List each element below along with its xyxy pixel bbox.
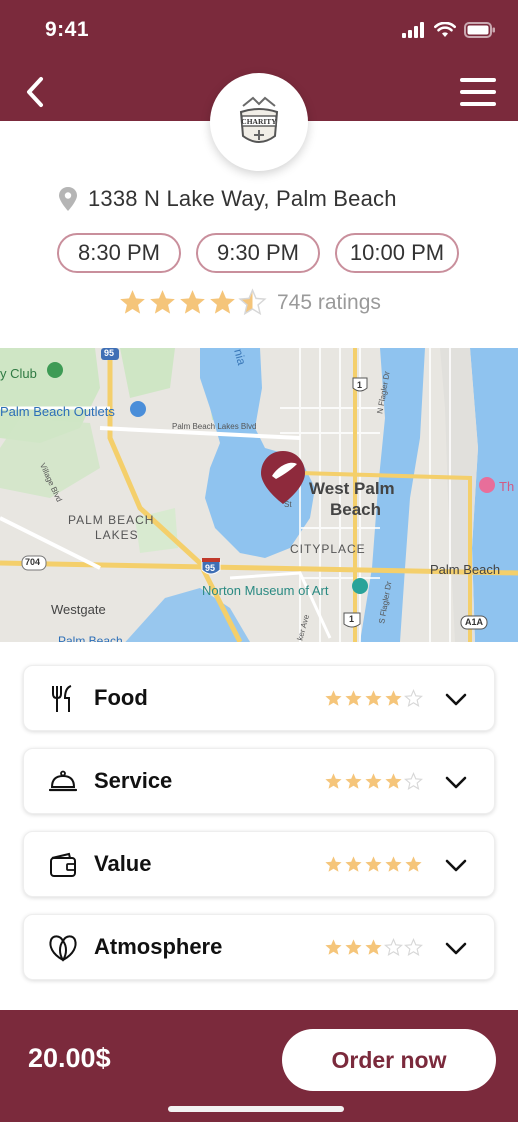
menu-button[interactable] bbox=[460, 76, 498, 108]
chevron-down-icon bbox=[445, 859, 467, 872]
home-indicator bbox=[168, 1106, 344, 1112]
star-icon bbox=[210, 290, 235, 314]
category-rating-stars bbox=[324, 771, 423, 791]
star-icon bbox=[405, 855, 422, 872]
route-label: 704 bbox=[25, 557, 41, 567]
menu-icon bbox=[460, 78, 496, 82]
star-icon bbox=[325, 855, 342, 872]
map-label: Palm Beach bbox=[430, 562, 501, 577]
route-label: 95 bbox=[104, 348, 115, 358]
star-icon bbox=[365, 689, 382, 706]
map-label: Beach bbox=[330, 500, 382, 519]
status-time: 9:41 bbox=[45, 18, 90, 41]
bottom-bar: 20.00$ Order now bbox=[0, 1010, 518, 1122]
star-icon bbox=[385, 772, 402, 789]
status-icons bbox=[402, 22, 496, 38]
star-icon bbox=[120, 290, 145, 314]
map-label: St bbox=[284, 500, 292, 509]
map-label: West Palm bbox=[309, 479, 395, 498]
star-icon bbox=[150, 290, 175, 314]
star-icon bbox=[384, 937, 403, 956]
star-icon bbox=[345, 938, 362, 955]
category-rating-stars bbox=[324, 937, 423, 957]
route-label: 1 bbox=[349, 614, 355, 624]
logo-text: CHARITY bbox=[241, 117, 277, 126]
rating-card-value[interactable]: Value bbox=[23, 831, 495, 897]
star-icon bbox=[404, 771, 423, 790]
map-label: LAKES bbox=[95, 528, 139, 542]
map-label: Norton Museum of Art bbox=[202, 583, 329, 598]
wifi-icon bbox=[434, 22, 456, 37]
star-icon bbox=[325, 772, 342, 789]
price-label: 20.00$ bbox=[28, 1043, 111, 1073]
star-icon bbox=[365, 938, 382, 955]
menu-icon-line bbox=[460, 102, 496, 106]
star-icon bbox=[180, 290, 205, 314]
map-label: Palm Beach bbox=[58, 634, 123, 642]
star-icon bbox=[238, 288, 267, 316]
category-label: Value bbox=[94, 851, 152, 876]
time-slot-button[interactable]: 8:30 PM bbox=[57, 233, 181, 273]
heart-leaves-icon bbox=[48, 933, 78, 963]
map-label: y Club bbox=[0, 366, 37, 381]
map-label: PALM BEACH bbox=[68, 513, 155, 527]
route-label: 95 bbox=[205, 563, 216, 573]
map-label: Westgate bbox=[51, 602, 106, 617]
route-label: 1 bbox=[357, 380, 363, 390]
map-label: CITYPLACE bbox=[290, 542, 366, 556]
star-icon bbox=[404, 937, 423, 956]
time-slot-button[interactable]: 9:30 PM bbox=[196, 233, 320, 273]
chevron-down-icon bbox=[445, 942, 467, 955]
battery-icon bbox=[464, 22, 495, 38]
chevron-left-icon bbox=[27, 77, 43, 107]
map-label: Palm Beach Lakes Blvd bbox=[172, 422, 257, 431]
location-map[interactable]: y Club Palm Beach Outlets Palm Beach Lak… bbox=[0, 348, 518, 642]
star-icon bbox=[325, 938, 342, 955]
rating-card-food[interactable]: Food bbox=[23, 665, 495, 731]
cloche-icon bbox=[48, 767, 78, 797]
chevron-down-icon bbox=[445, 693, 467, 706]
map-label: Th bbox=[499, 479, 515, 494]
category-label: Service bbox=[94, 768, 173, 793]
time-slots: 8:30 PM 9:30 PM 10:00 PM bbox=[57, 233, 459, 273]
route-label: A1A bbox=[465, 617, 484, 627]
category-label: Food bbox=[94, 685, 148, 710]
star-icon bbox=[325, 689, 342, 706]
rating-card-atmosphere[interactable]: Atmosphere bbox=[23, 914, 495, 980]
address-text: 1338 N Lake Way, Palm Beach bbox=[88, 186, 397, 211]
wallet-icon bbox=[48, 850, 78, 880]
time-slot-button[interactable]: 10:00 PM bbox=[335, 233, 459, 273]
overall-rating-stars bbox=[118, 288, 267, 317]
star-icon bbox=[404, 688, 423, 707]
ratings-count: 745 ratings bbox=[277, 290, 381, 314]
category-rating-stars bbox=[324, 855, 423, 874]
star-icon bbox=[345, 855, 362, 872]
overall-rating: 745 ratings bbox=[118, 288, 381, 317]
map-label: Palm Beach Outlets bbox=[0, 404, 115, 419]
menu-icon-line bbox=[460, 90, 496, 94]
star-icon bbox=[345, 689, 362, 706]
charity-logo: CHARITY bbox=[229, 92, 289, 152]
fork-knife-icon bbox=[48, 684, 78, 714]
category-rating-stars bbox=[324, 688, 423, 708]
star-icon bbox=[345, 772, 362, 789]
address-row: 1338 N Lake Way, Palm Beach bbox=[58, 186, 397, 212]
order-now-button[interactable]: Order now bbox=[282, 1029, 496, 1091]
star-icon bbox=[385, 855, 402, 872]
star-icon bbox=[365, 772, 382, 789]
chevron-down-icon bbox=[445, 776, 467, 789]
star-icon bbox=[385, 689, 402, 706]
location-pin-icon bbox=[59, 187, 77, 211]
star-icon bbox=[365, 855, 382, 872]
rating-card-service[interactable]: Service bbox=[23, 748, 495, 814]
category-label: Atmosphere bbox=[94, 934, 223, 959]
restaurant-logo: CHARITY bbox=[210, 73, 308, 171]
back-button[interactable] bbox=[18, 74, 52, 110]
signal-icon bbox=[402, 22, 424, 38]
